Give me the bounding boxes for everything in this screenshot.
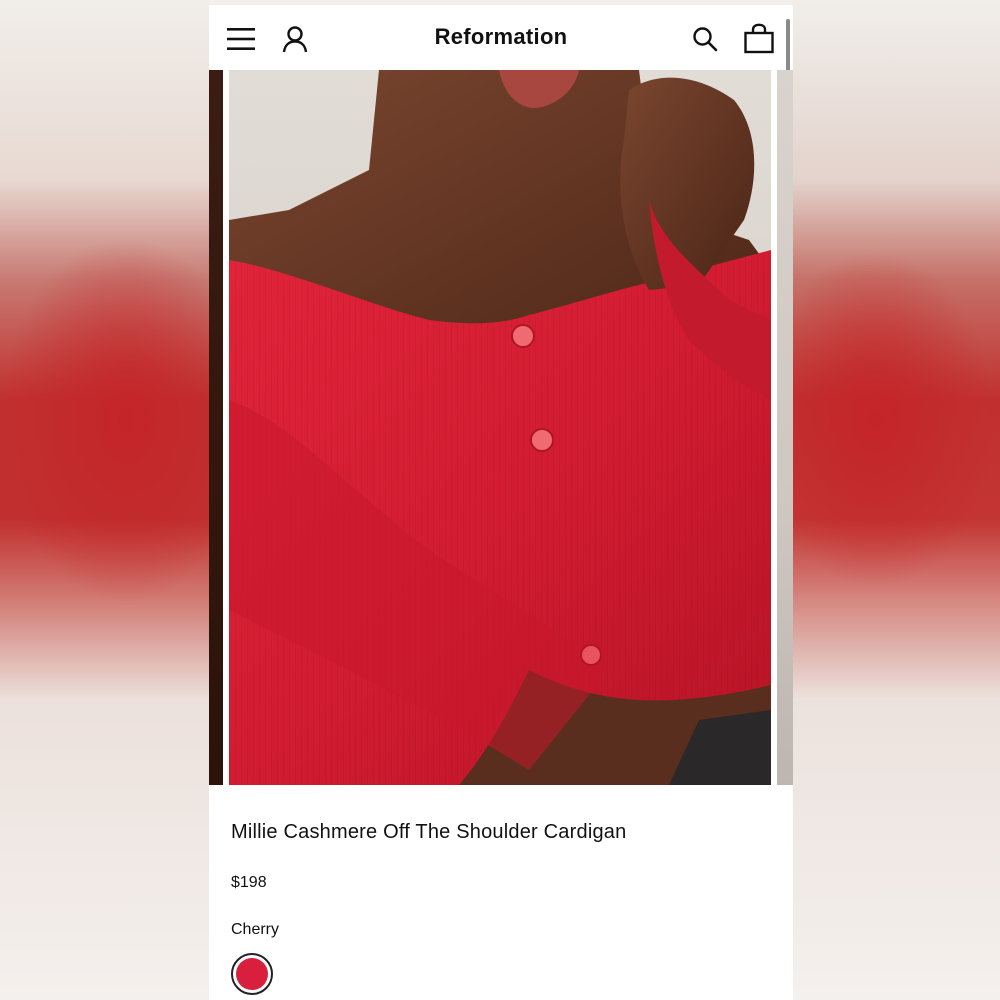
color-swatch-cherry[interactable] [231,953,273,995]
color-swatch-fill [236,958,268,990]
product-title: Millie Cashmere Off The Shoulder Cardiga… [231,821,627,843]
next-image-slice[interactable] [777,70,793,785]
product-photo [229,70,771,785]
previous-image-slice[interactable] [209,70,223,785]
blurred-backdrop-right [792,0,1000,1000]
phone-screen: Reformation Millie Cashmere Off The Shou… [209,5,793,1000]
product-image-carousel[interactable] [209,70,793,785]
top-navigation-bar: Reformation [209,5,793,70]
search-icon[interactable] [689,23,721,55]
blurred-backdrop-left [0,0,210,1000]
shopping-bag-icon[interactable] [743,23,775,55]
product-price: $198 [231,874,267,891]
selected-color-label: Cherry [231,921,280,938]
